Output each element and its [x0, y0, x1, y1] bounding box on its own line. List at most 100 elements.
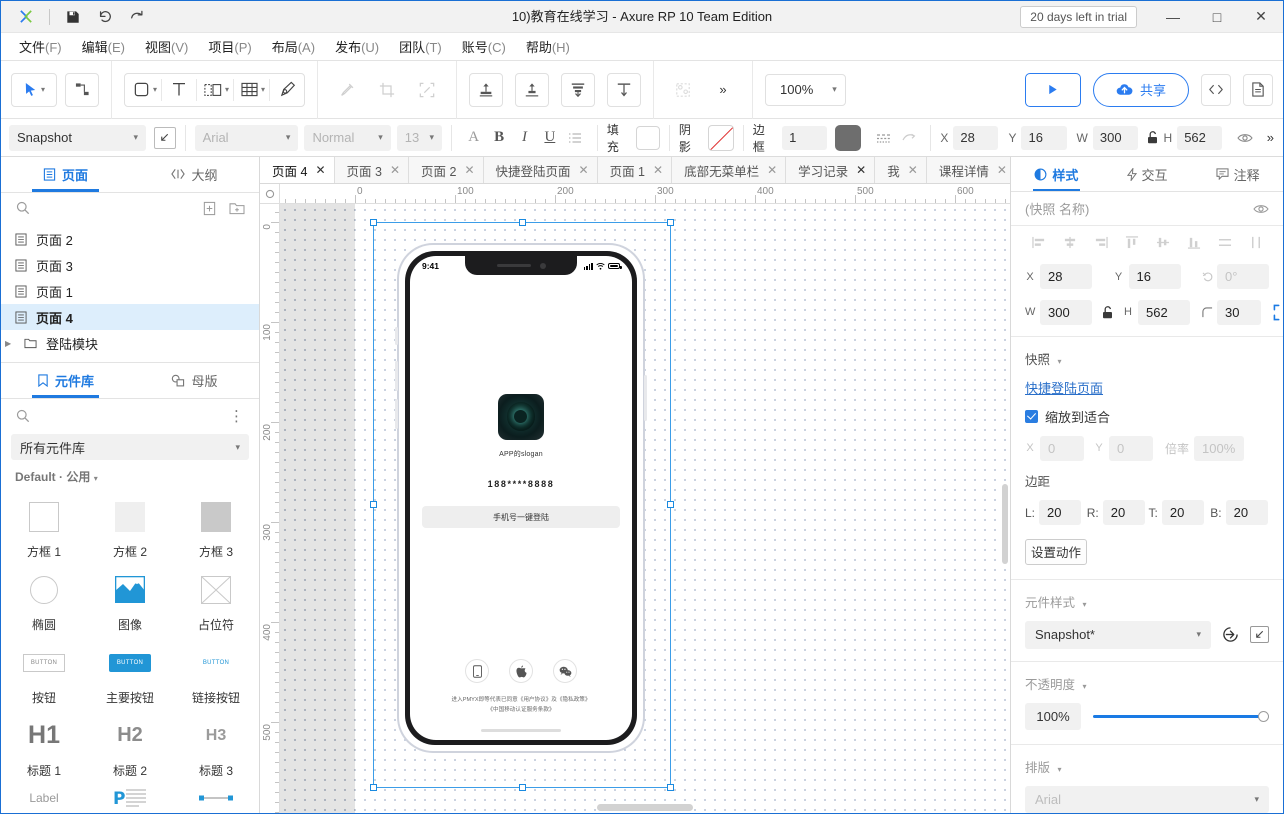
offset-y-input[interactable]: 0 [1109, 436, 1153, 461]
save-icon[interactable] [58, 4, 88, 30]
bullet-list-icon[interactable] [563, 125, 588, 151]
pick-style-icon[interactable] [1250, 626, 1269, 643]
fit-to-scale-row[interactable]: 缩放到适合 [1011, 397, 1283, 432]
close-icon[interactable]: ✕ [653, 163, 663, 177]
border-color-swatch[interactable] [835, 125, 860, 151]
shadow-swatch[interactable] [708, 125, 733, 151]
one-click-login-button[interactable]: 手机号一键登陆 [422, 506, 620, 528]
tab-style[interactable]: 样式 [1011, 157, 1102, 191]
opacity-slider-knob[interactable] [1258, 711, 1269, 722]
add-folder-icon[interactable] [227, 198, 247, 218]
visibility-icon[interactable] [1232, 125, 1257, 151]
snapshot-target-link[interactable]: 快捷登陆页面 [1011, 378, 1283, 397]
widget-primary-button[interactable]: BUTTON 主要按钮 [87, 639, 173, 710]
canvas-tab-course-detail[interactable]: 课程详情 ✕ [927, 157, 1016, 183]
font-size-select[interactable]: 13 ▾ [397, 125, 442, 151]
set-action-button[interactable]: 设置动作 [1025, 539, 1087, 565]
chevron-down-icon[interactable]: ▾ [153, 85, 157, 94]
chevron-down-icon[interactable]: ▾ [41, 85, 45, 94]
scale-input[interactable]: 100% [1194, 436, 1244, 461]
tab-widget-library[interactable]: 元件库 [1, 363, 130, 398]
widget-horizontal-line[interactable] [173, 785, 259, 813]
style-select[interactable]: Snapshot ▾ [9, 125, 146, 151]
table-icon[interactable]: ▾ [234, 73, 269, 107]
menu-file[interactable]: 文件(F) [9, 33, 72, 60]
resize-handle-nw[interactable] [370, 219, 377, 226]
rectangle-shape-icon[interactable]: ▾ [125, 73, 161, 107]
apply-style-icon[interactable] [1222, 626, 1239, 643]
tab-pages[interactable]: 页面 [1, 157, 130, 192]
close-icon[interactable]: ✕ [390, 163, 400, 177]
menu-project[interactable]: 项目(P) [198, 33, 261, 60]
connector-icon[interactable] [65, 73, 99, 107]
chevron-down-icon[interactable]: ▾ [261, 85, 265, 94]
canvas-horizontal-scrollbar[interactable] [597, 804, 693, 811]
search-icon[interactable] [13, 198, 33, 218]
align-left-icon[interactable] [469, 73, 503, 107]
phone-mockup[interactable]: 9:41 [399, 245, 643, 751]
canvas-tab-page4[interactable]: 页面 4 ✕ [260, 157, 335, 183]
resize-handle-e[interactable] [667, 501, 674, 508]
menu-team[interactable]: 团队(T) [389, 33, 452, 60]
close-icon[interactable]: ✕ [464, 163, 474, 177]
rotation-input[interactable]: 0° [1217, 264, 1269, 289]
menu-view[interactable]: 视图(V) [135, 33, 198, 60]
w-input[interactable]: 300 [1040, 300, 1092, 325]
lock-open-icon[interactable] [1144, 125, 1162, 151]
style-picker-icon[interactable] [154, 127, 176, 149]
maximize-button[interactable]: □ [1195, 1, 1239, 33]
opacity-title[interactable]: 不透明度 ▾ [1025, 674, 1269, 693]
resize-handle-n[interactable] [519, 219, 526, 226]
menu-layout[interactable]: 布局(A) [262, 33, 325, 60]
border-width-input[interactable]: 1 [782, 126, 827, 150]
close-icon[interactable]: ✕ [767, 163, 777, 177]
page-item-2[interactable]: 页面 2 [1, 226, 259, 252]
canvas-tab-page3[interactable]: 页面 3 ✕ [335, 157, 410, 183]
widget-image[interactable]: 图像 [87, 566, 173, 637]
widget-style-title[interactable]: 元件样式 ▾ [1025, 592, 1269, 611]
corner-radius-input[interactable]: 30 [1217, 300, 1261, 325]
design-canvas[interactable]: 9:41 [280, 204, 1010, 813]
close-button[interactable]: ✕ [1239, 1, 1283, 33]
phone-screen[interactable]: 9:41 [410, 256, 632, 740]
align-center-icon[interactable] [515, 73, 549, 107]
h-input[interactable]: 562 [1138, 300, 1190, 325]
widget-h3[interactable]: H3 标题 3 [173, 712, 259, 783]
typography-font-select[interactable]: Arial ▾ [1025, 786, 1269, 813]
kebab-menu-icon[interactable]: ⋮ [227, 406, 247, 426]
canvas-tab-quick-login[interactable]: 快捷登陆页面 ✕ [484, 157, 598, 183]
font-weight-select[interactable]: Normal ▾ [304, 125, 390, 151]
canvas-vertical-scrollbar[interactable] [1002, 484, 1008, 564]
menu-edit[interactable]: 编辑(E) [72, 33, 135, 60]
underline-icon[interactable]: U [537, 125, 562, 151]
resize-handle-ne[interactable] [667, 219, 674, 226]
close-icon[interactable]: ✕ [579, 163, 589, 177]
margin-left-input[interactable]: 20 [1039, 500, 1081, 525]
typography-title[interactable]: 排版 ▾ [1025, 757, 1269, 776]
preview-button[interactable] [1025, 73, 1081, 107]
visibility-icon[interactable] [1253, 203, 1269, 215]
y-input[interactable]: 16 [1129, 264, 1181, 289]
canvas-tab-me[interactable]: 我 ✕ [875, 157, 927, 183]
widget-button[interactable]: BUTTON 按钮 [1, 639, 87, 710]
add-page-icon[interactable] [199, 198, 219, 218]
page-item-1[interactable]: 页面 1 [1, 278, 259, 304]
bold-icon[interactable]: B [486, 125, 511, 151]
text-tool-icon[interactable] [162, 73, 196, 107]
canvas-tab-study-record[interactable]: 学习记录 ✕ [786, 157, 875, 183]
document-icon[interactable] [1243, 74, 1273, 106]
close-icon[interactable]: ✕ [315, 163, 325, 177]
cursor-select-icon[interactable]: ▾ [11, 73, 57, 107]
widget-box1[interactable]: 方框 1 [1, 493, 87, 564]
code-icon[interactable] [1201, 74, 1231, 106]
h-input[interactable]: 562 [1177, 126, 1222, 150]
close-icon[interactable]: ✕ [997, 163, 1007, 177]
close-icon[interactable]: ✕ [856, 163, 866, 177]
resize-handle-se[interactable] [667, 784, 674, 791]
minimize-button[interactable]: — [1151, 1, 1195, 33]
chevron-down-icon[interactable]: ▾ [225, 85, 229, 94]
margin-right-input[interactable]: 20 [1103, 500, 1145, 525]
margin-bottom-input[interactable]: 20 [1226, 500, 1268, 525]
library-group-label[interactable]: Default · 公用 ▾ [1, 468, 259, 489]
axure-logo-icon[interactable] [11, 4, 41, 30]
